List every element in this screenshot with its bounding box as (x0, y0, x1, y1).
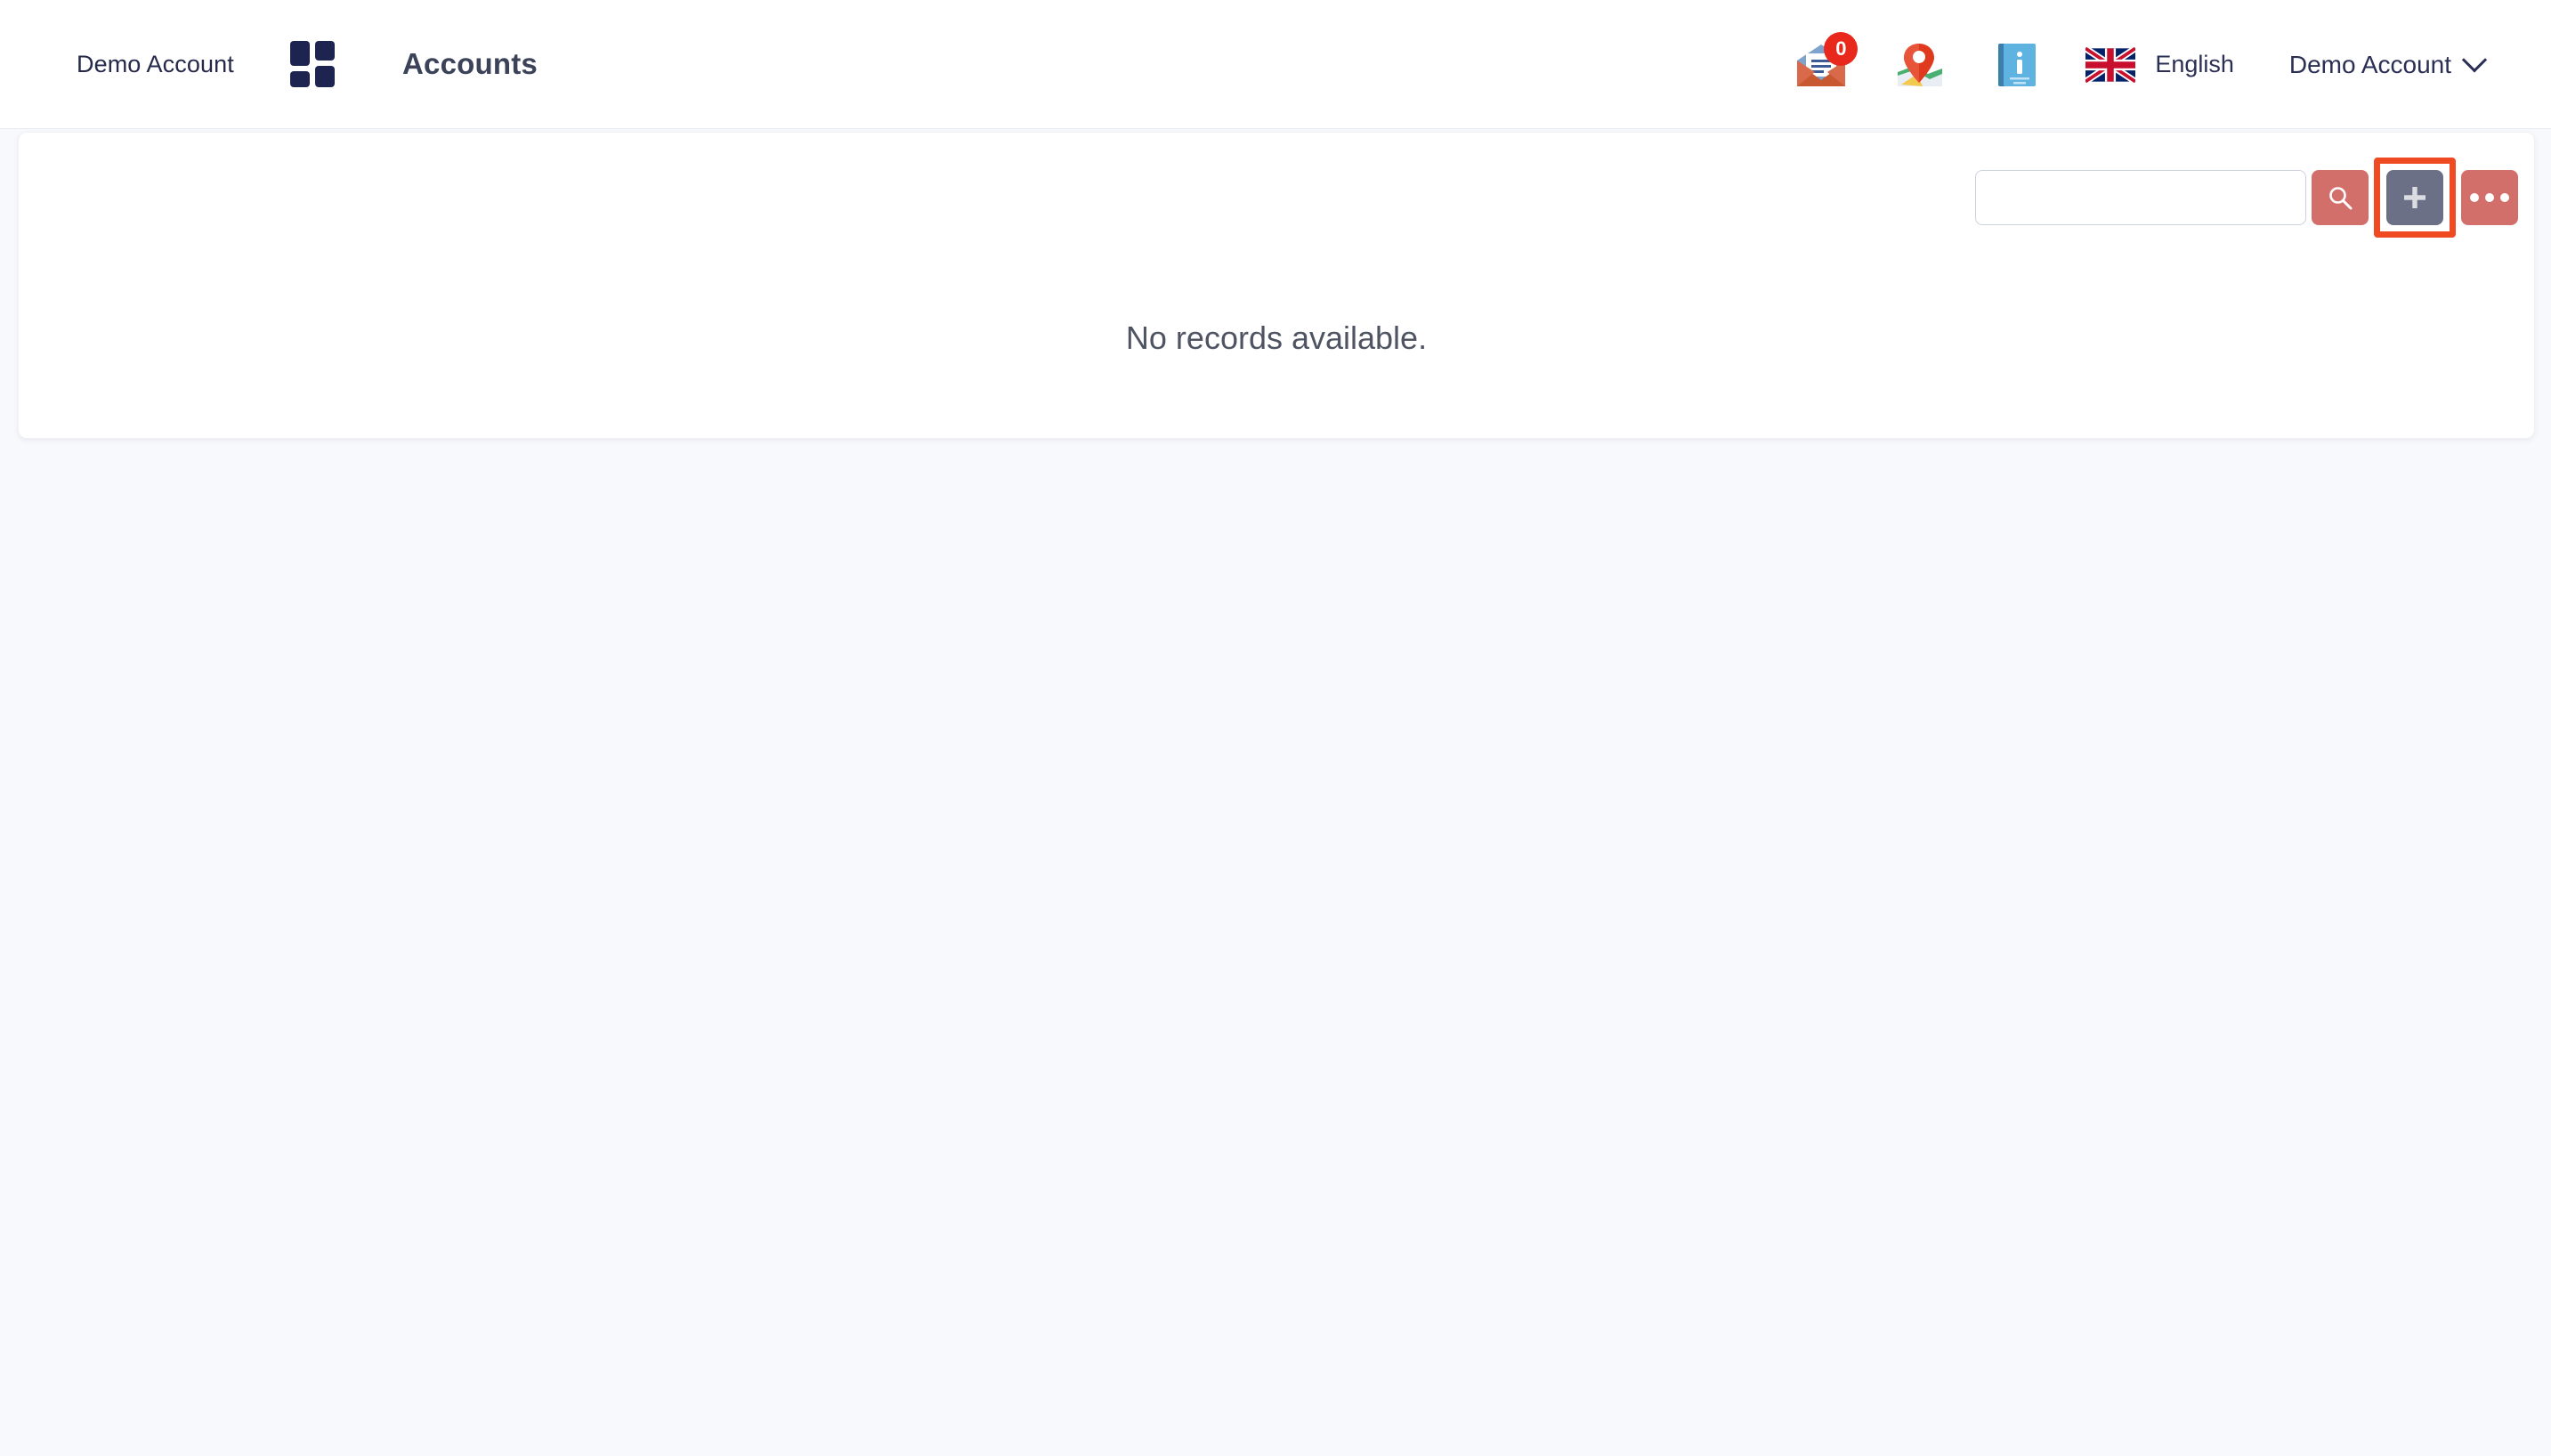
ellipsis-icon (2470, 193, 2509, 202)
more-options-button[interactable] (2461, 170, 2518, 225)
messages-badge: 0 (1824, 31, 1859, 66)
empty-state-message: No records available. (1125, 320, 1428, 356)
ellipsis-dot (2485, 193, 2494, 202)
plus-icon (2404, 187, 2425, 208)
map-pin-icon[interactable] (1890, 36, 1948, 94)
uk-flag-icon-svg (2084, 44, 2138, 85)
envelope-icon[interactable]: 0 (1792, 31, 1859, 94)
top-header-bar: Demo Account Accounts 0 English Demo Acc… (0, 0, 2551, 129)
grid-apps-icon-svg (290, 41, 335, 87)
info-book-icon-svg (1998, 43, 2037, 86)
map-pin-icon-svg (1898, 43, 1943, 86)
ellipsis-dot (2500, 193, 2509, 202)
user-menu-label: Demo Account (2288, 50, 2451, 78)
page-title: Accounts (402, 47, 538, 80)
ellipsis-dot (2470, 193, 2479, 202)
search-button[interactable] (2312, 170, 2369, 225)
uk-flag-icon[interactable] (2084, 44, 2138, 85)
info-book-icon[interactable] (1988, 36, 2046, 94)
language-label[interactable]: English (2155, 51, 2234, 78)
records-card: No records available. (18, 132, 2535, 439)
search-icon (2329, 187, 2353, 210)
search-input[interactable] (1975, 170, 2306, 225)
user-menu[interactable]: Demo Account (2288, 46, 2488, 79)
grid-apps-icon[interactable] (285, 37, 340, 91)
brand-name[interactable]: Demo Account (77, 51, 234, 78)
header-actions: 0 English Demo Account (1792, 0, 2551, 129)
add-button-highlight (2374, 158, 2456, 238)
card-toolbar (1975, 158, 2518, 238)
chevron-down-icon (2461, 46, 2488, 72)
add-button[interactable] (2386, 170, 2443, 225)
